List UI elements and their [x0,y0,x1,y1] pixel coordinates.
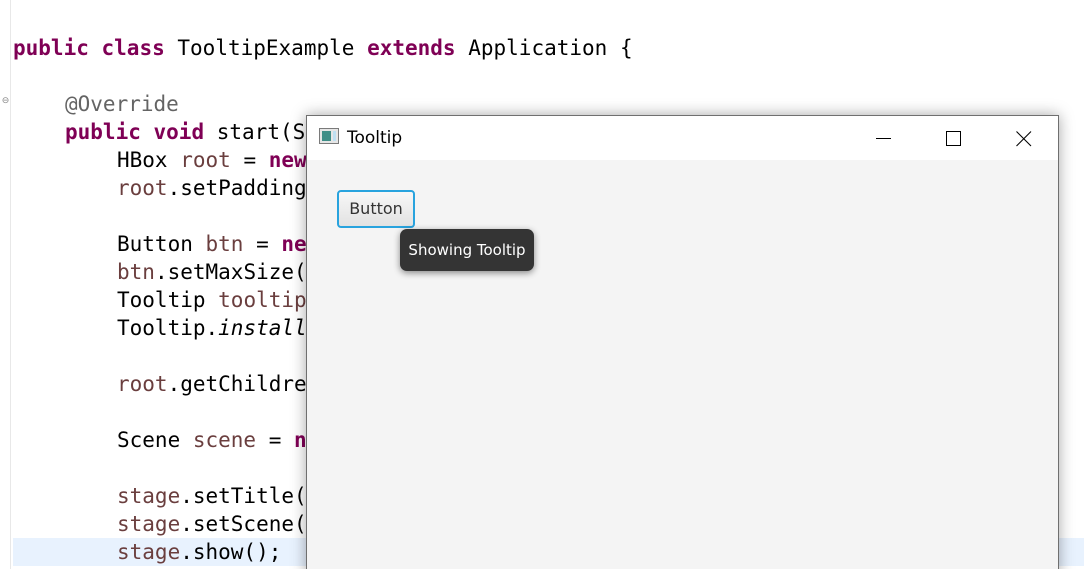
method-call: .setPadding [167,176,307,200]
variable-name: stage [117,512,181,536]
code-line-getchildren: root.getChildre [117,370,307,398]
app-icon-graphic [322,131,331,141]
type-name: Tooltip [117,288,219,312]
code-line-settitle: stage.setTitle( [117,482,307,510]
code-line-setmaxsize: btn.setMaxSize( [117,258,307,286]
variable-name: btn [205,232,244,256]
main-button[interactable]: Button [337,190,415,228]
method-call: .getChildre [167,372,307,396]
minimize-icon [876,138,891,139]
type-name: Button [117,232,206,256]
code-line-setscene: stage.setScene( [117,510,307,538]
code-line-class-declaration: public class TooltipExample extends Appl… [13,34,633,62]
type-name: Tooltip. [117,316,219,340]
variable-name: btn [117,260,155,284]
keyword-public: public [65,120,141,144]
type-name: HBox [117,148,181,172]
method-call: .setScene( [180,512,307,536]
method-signature: start(S [216,120,306,144]
method-call: .setMaxSize( [154,260,307,284]
method-call: .setTitle( [180,484,307,508]
operator: = [256,428,295,452]
code-line-tooltip: Tooltip tooltip [117,286,307,314]
variable-name: root [117,176,168,200]
method-call: .show(); [180,540,282,564]
fold-collapse-icon[interactable]: ⊖ [1,97,10,106]
keyword-new: new [268,148,307,172]
app-icon[interactable] [319,128,339,144]
operator: = [230,148,269,172]
keyword-new: ne [281,232,307,256]
close-icon [1016,131,1032,147]
code-line-start-method: public void start(S [65,118,305,146]
code-line-hbox: HBox root = new [117,146,307,174]
tooltip-popup: Showing Tooltip [400,229,534,271]
maximize-button[interactable] [918,116,988,160]
keyword-void: void [153,120,205,144]
static-method: install [218,316,307,340]
variable-name: stage [117,540,181,564]
close-button[interactable] [988,116,1058,160]
window-title: Tooltip [347,128,403,148]
operator: = [243,232,282,256]
variable-name: root [180,148,231,172]
app-window[interactable]: Tooltip Button Showing Tooltip [306,115,1059,569]
window-titlebar[interactable]: Tooltip [307,116,1058,160]
app-icon-graphic [333,131,336,141]
type-name: Scene [117,428,193,452]
code-line-show: stage.show(); [117,538,281,566]
keyword-class: class [101,36,165,60]
maximize-icon [946,131,961,146]
window-content: Button Showing Tooltip [307,160,1058,569]
minimize-button[interactable] [848,116,918,160]
code-line-setpadding: root.setPadding [117,174,307,202]
variable-name: scene [192,428,257,452]
class-name: TooltipExample [177,36,355,60]
keyword-public: public [13,36,89,60]
keyword-extends: extends [367,36,456,60]
superclass-name: Application { [468,36,633,60]
code-line-override: @Override [65,92,179,116]
code-line-install: Tooltip.install [117,314,307,342]
keyword-new: n [294,428,307,452]
code-line-scene: Scene scene = n [117,426,307,454]
variable-name: tooltip [218,288,307,312]
variable-name: stage [117,484,181,508]
editor-gutter [10,0,11,569]
variable-name: root [117,372,168,396]
code-line-button: Button btn = ne [117,230,307,258]
